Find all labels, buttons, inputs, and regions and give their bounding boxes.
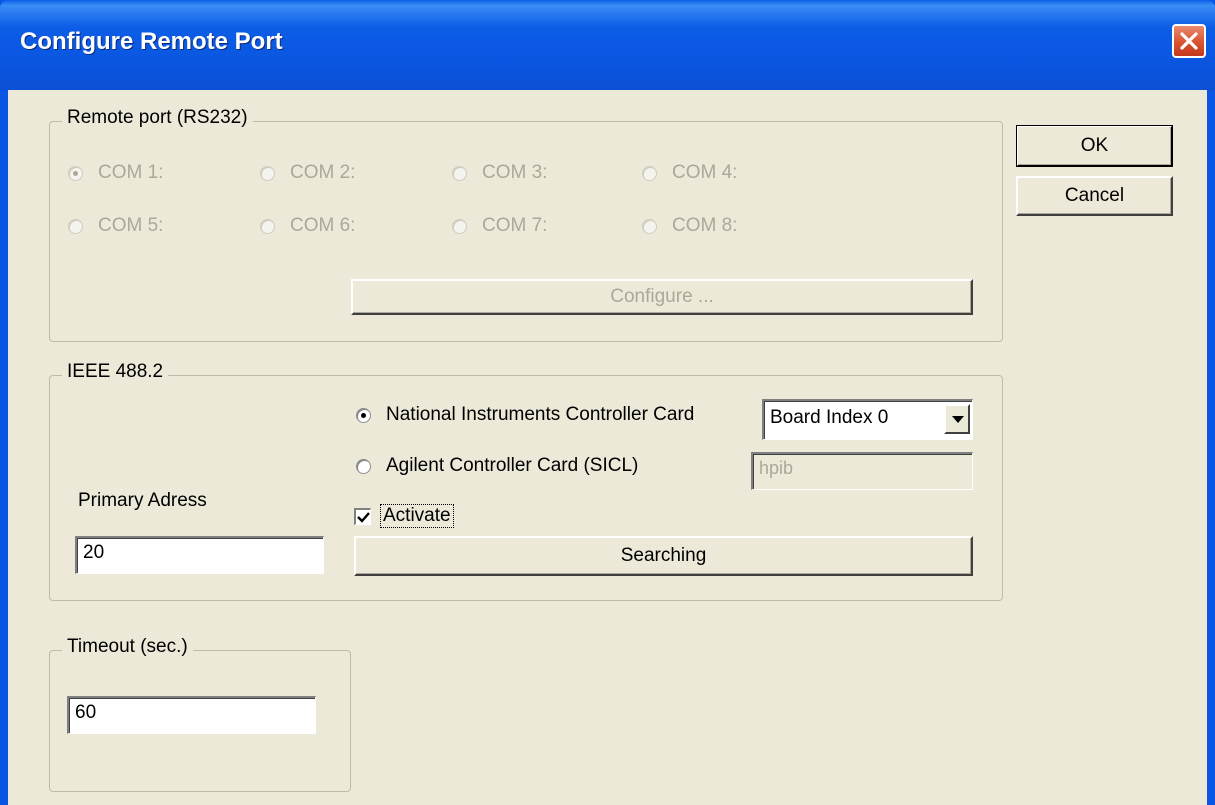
radio-dot bbox=[642, 218, 657, 234]
rs232-group: Remote port (RS232) COM 1: COM 2: COM 3:… bbox=[49, 107, 1003, 342]
radio-com3-label: COM 3: bbox=[482, 162, 548, 183]
radio-dot bbox=[452, 165, 467, 181]
title-bar[interactable]: Configure Remote Port bbox=[0, 0, 1215, 90]
dialog-client-area: Remote port (RS232) COM 1: COM 2: COM 3:… bbox=[8, 90, 1207, 805]
radio-dot bbox=[260, 165, 275, 181]
radio-com3[interactable]: COM 3: bbox=[452, 162, 547, 184]
radio-com4[interactable]: COM 4: bbox=[642, 162, 737, 184]
radio-dot bbox=[452, 218, 467, 234]
primary-address-label: Primary Adress bbox=[78, 490, 207, 511]
ok-button[interactable]: OK bbox=[1016, 125, 1173, 167]
radio-com4-label: COM 4: bbox=[672, 162, 738, 183]
checkmark-icon bbox=[357, 511, 370, 523]
radio-dot bbox=[260, 218, 275, 234]
radio-com2-label: COM 2: bbox=[290, 162, 356, 183]
window-title: Configure Remote Port bbox=[20, 28, 283, 55]
ieee-legend: IEEE 488.2 bbox=[62, 361, 169, 383]
radio-ni-card-label: National Instruments Controller Card bbox=[386, 404, 695, 425]
configure-button[interactable]: Configure ... bbox=[351, 279, 973, 315]
radio-com7[interactable]: COM 7: bbox=[452, 215, 547, 237]
radio-dot bbox=[356, 458, 371, 474]
radio-com6[interactable]: COM 6: bbox=[260, 215, 355, 237]
radio-com8-label: COM 8: bbox=[672, 215, 738, 236]
dialog-window: Configure Remote Port Remote port (RS232… bbox=[0, 0, 1215, 805]
radio-dot bbox=[68, 218, 83, 234]
board-index-value: Board Index 0 bbox=[770, 407, 889, 428]
radio-com7-label: COM 7: bbox=[482, 215, 548, 236]
radio-com2[interactable]: COM 2: bbox=[260, 162, 355, 184]
sicl-name-field[interactable]: hpib bbox=[751, 452, 973, 490]
radio-com1-label: COM 1: bbox=[98, 162, 164, 183]
chevron-down-icon[interactable] bbox=[944, 404, 970, 434]
close-icon bbox=[1180, 32, 1198, 50]
activate-label: Activate bbox=[380, 504, 454, 528]
radio-agilent-card[interactable]: Agilent Controller Card (SICL) bbox=[356, 455, 638, 477]
cancel-button[interactable]: Cancel bbox=[1016, 176, 1173, 216]
timeout-group: Timeout (sec.) 60 bbox=[49, 636, 351, 792]
radio-dot bbox=[356, 407, 371, 423]
timeout-legend: Timeout (sec.) bbox=[62, 636, 193, 658]
searching-button[interactable]: Searching bbox=[354, 536, 973, 576]
radio-com1[interactable]: COM 1: bbox=[68, 162, 163, 184]
close-button[interactable] bbox=[1172, 24, 1206, 58]
ieee-group: IEEE 488.2 National Instruments Controll… bbox=[49, 361, 1003, 601]
board-index-select[interactable]: Board Index 0 bbox=[762, 399, 973, 440]
rs232-legend: Remote port (RS232) bbox=[62, 107, 253, 129]
primary-address-field[interactable]: 20 bbox=[75, 536, 324, 574]
radio-dot bbox=[68, 165, 83, 181]
radio-com5-label: COM 5: bbox=[98, 215, 164, 236]
radio-com6-label: COM 6: bbox=[290, 215, 356, 236]
activate-checkbox[interactable]: Activate bbox=[354, 504, 454, 528]
radio-dot bbox=[642, 165, 657, 181]
timeout-field[interactable]: 60 bbox=[67, 696, 316, 734]
radio-agilent-card-label: Agilent Controller Card (SICL) bbox=[386, 455, 639, 476]
radio-ni-card[interactable]: National Instruments Controller Card bbox=[356, 404, 694, 426]
radio-com5[interactable]: COM 5: bbox=[68, 215, 163, 237]
checkbox-box bbox=[354, 507, 371, 525]
radio-com8[interactable]: COM 8: bbox=[642, 215, 737, 237]
